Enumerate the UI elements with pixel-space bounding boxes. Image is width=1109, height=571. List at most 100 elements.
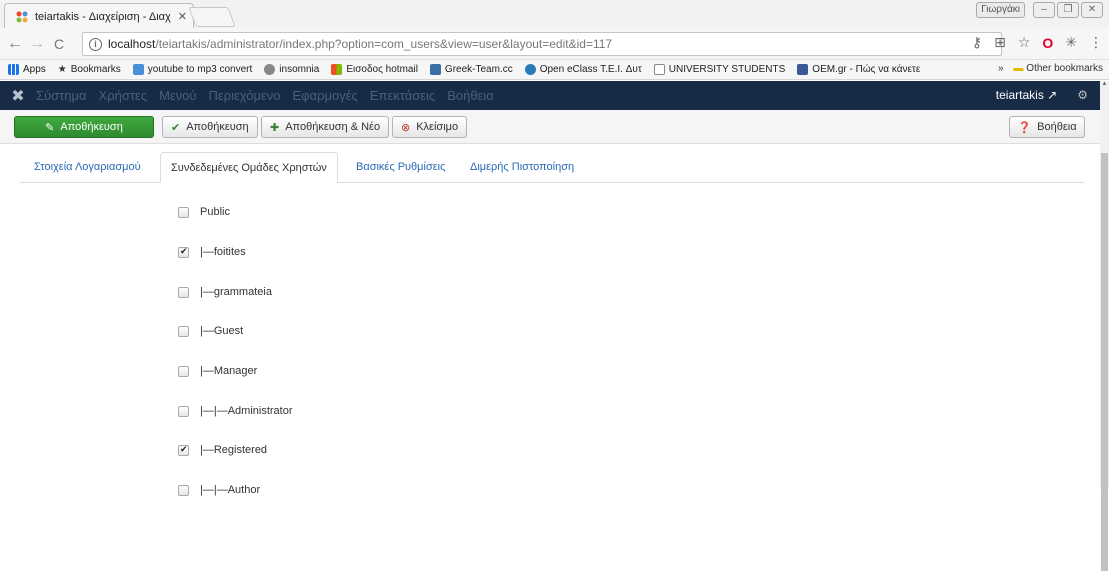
- group-checkbox[interactable]: [178, 325, 189, 337]
- group-checkbox[interactable]: [178, 444, 189, 456]
- back-icon[interactable]: ←: [4, 35, 26, 53]
- browser-tab[interactable]: teiartakis - Διαχείριση - Διαχ ✕: [4, 3, 194, 29]
- save-close-label: Αποθήκευση: [186, 121, 249, 133]
- joomla-logo-icon[interactable]: ✖: [0, 86, 36, 106]
- close-button[interactable]: ⊗ Κλείσιμο: [392, 116, 468, 138]
- menu-help[interactable]: Βοήθεια: [447, 88, 494, 103]
- save-new-button[interactable]: ✚ Αποθήκευση & Νέο: [261, 116, 390, 138]
- menu-users[interactable]: Χρήστες: [99, 88, 148, 103]
- bookmark-label: Open eClass T.E.I. Δυτ: [539, 64, 642, 75]
- admin-navbar: ✖ Σύστημα Χρήστες Μενού Περιεχόμενο Εφαρ…: [0, 81, 1100, 110]
- menu-extensions[interactable]: Επεκτάσεις: [370, 88, 435, 103]
- page-icon: [653, 64, 665, 75]
- site-link[interactable]: teiartakis ↗: [996, 88, 1057, 102]
- scrollbar-thumb[interactable]: [1101, 153, 1108, 571]
- translate-icon[interactable]: ⊞: [994, 34, 1006, 51]
- star-icon: ★: [57, 64, 67, 75]
- save-new-label: Αποθήκευση & Νέο: [285, 121, 381, 133]
- minimize-icon[interactable]: –: [1033, 2, 1055, 18]
- group-checkbox[interactable]: [178, 206, 189, 218]
- group-label: |—|—Author: [200, 484, 261, 496]
- menu-components[interactable]: Εφαρμογές: [293, 88, 358, 103]
- group-label: |—Registered: [200, 444, 268, 456]
- save-close-button[interactable]: ✔ Αποθήκευση: [162, 116, 258, 138]
- tab-account-details[interactable]: Στοιχεία Λογαριασμού: [24, 152, 151, 183]
- bookmark-eclass[interactable]: Open eClass T.E.I. Δυτ: [524, 64, 642, 75]
- menu-menus[interactable]: Μενού: [159, 88, 196, 103]
- action-toolbar: ✎ Αποθήκευση ✔ Αποθήκευση ✚ Αποθήκευση & Νέ…: [0, 110, 1100, 144]
- question-icon: ❓: [1017, 121, 1032, 134]
- menu-icon[interactable]: ⋮: [1089, 34, 1103, 51]
- reload-icon[interactable]: C: [48, 36, 70, 52]
- new-tab-button[interactable]: [188, 7, 236, 27]
- bookmark-star-icon[interactable]: ☆: [1018, 34, 1031, 51]
- admin-navbar-right: teiartakis ↗ ⚙: [996, 88, 1088, 102]
- page-scrollbar[interactable]: ▲: [1100, 81, 1109, 571]
- apps-icon: [8, 64, 19, 75]
- tab-two-factor[interactable]: Διμερής Πιστοποίηση: [460, 152, 584, 183]
- close-label: Κλείσιμο: [416, 121, 459, 133]
- bookmark-label: Εισοδος hotmail: [346, 64, 418, 75]
- bookmark-label: OEM.gr - Πώς να κάνετε: [812, 64, 921, 75]
- group-checkbox[interactable]: [178, 484, 189, 496]
- windows-icon: [331, 64, 343, 75]
- url-text: localhost/teiartakis/administrator/index…: [108, 37, 612, 51]
- browser-tab-strip: teiartakis - Διαχείριση - Διαχ ✕ Γιωργάκ…: [0, 0, 1109, 29]
- oem-icon: [797, 64, 809, 75]
- greekteam-icon: [429, 64, 441, 75]
- group-row-public: Public: [178, 204, 230, 220]
- opera-icon[interactable]: O: [1042, 35, 1053, 51]
- folder-icon: ▬: [1013, 63, 1024, 74]
- edit-icon: ✎: [45, 121, 55, 134]
- bookmark-label: youtube to mp3 convert: [147, 64, 253, 75]
- bookmark-university[interactable]: UNIVERSITY STUDENTS: [653, 64, 785, 75]
- group-row-foitites: |—foitites: [178, 244, 246, 260]
- close-window-icon[interactable]: ✕: [1081, 2, 1103, 18]
- close-tab-icon[interactable]: ✕: [178, 10, 187, 23]
- help-button[interactable]: ❓ Βοήθεια: [1009, 116, 1085, 138]
- group-checkbox[interactable]: [178, 365, 189, 377]
- help-label: Βοήθεια: [1037, 121, 1077, 133]
- bookmark-oem[interactable]: OEM.gr - Πώς να κάνετε: [797, 64, 920, 75]
- bookmark-apps[interactable]: Apps: [8, 64, 46, 75]
- group-checkbox[interactable]: [178, 246, 189, 258]
- profile-button[interactable]: Γιωργάκι: [976, 2, 1025, 18]
- plus-icon: ✚: [270, 121, 280, 134]
- bookmark-bookmarks[interactable]: ★ Bookmarks: [58, 64, 121, 75]
- key-icon[interactable]: ⚷: [972, 34, 982, 51]
- cancel-icon: ⊗: [401, 121, 411, 134]
- menu-content[interactable]: Περιεχόμενο: [209, 88, 281, 103]
- save-button[interactable]: ✎ Αποθήκευση: [14, 116, 154, 138]
- group-checkbox[interactable]: [178, 405, 189, 417]
- bookmark-label: Apps: [23, 64, 46, 75]
- group-checkbox[interactable]: [178, 286, 189, 298]
- gear-icon[interactable]: ⚙: [1077, 88, 1088, 102]
- bookmark-hotmail[interactable]: Εισοδος hotmail: [331, 64, 418, 75]
- bookmark-youtube-mp3[interactable]: youtube to mp3 convert: [132, 64, 253, 75]
- info-icon[interactable]: i: [89, 37, 102, 51]
- tab-basic-settings[interactable]: Βασικές Ρυθμίσεις: [346, 152, 455, 183]
- other-bookmarks[interactable]: ▬ Other bookmarks: [1014, 63, 1103, 74]
- mp3-icon: [132, 64, 144, 75]
- scroll-up-icon[interactable]: ▲: [1100, 81, 1109, 93]
- restore-icon[interactable]: ❐: [1057, 2, 1079, 18]
- menu-system[interactable]: Σύστημα: [36, 88, 87, 103]
- extension-icon[interactable]: ✳: [1065, 34, 1077, 51]
- other-bookmarks-label: Other bookmarks: [1026, 63, 1103, 74]
- group-row-author: |—|—Author: [178, 482, 260, 498]
- url-path: /teiartakis/administrator/index.php?opti…: [155, 37, 613, 51]
- external-link-icon: ↗: [1047, 88, 1058, 102]
- tab-assigned-groups[interactable]: Συνδεδεμένες Ομάδες Χρηστών: [160, 152, 338, 183]
- user-edit-tabs: Στοιχεία Λογαριασμού Συνδεδεμένες Ομάδες…: [20, 152, 1084, 183]
- group-row-guest: |—Guest: [178, 323, 243, 339]
- browser-toolbar: ← → C i localhost/teiartakis/administrat…: [0, 28, 1109, 60]
- bookmark-greekteam[interactable]: Greek-Team.cc: [429, 64, 513, 75]
- group-label: |—Manager: [200, 365, 258, 377]
- bookmark-insomnia[interactable]: insomnia: [264, 64, 319, 75]
- forward-icon[interactable]: →: [26, 35, 48, 53]
- address-bar[interactable]: i localhost/teiartakis/administrator/ind…: [82, 32, 1002, 56]
- bookmarks-overflow-button[interactable]: »: [998, 63, 1004, 74]
- group-label: |—foitites: [200, 246, 246, 258]
- browser-actions: ⚷ ⊞ ☆ O ✳ ⋮: [972, 34, 1103, 51]
- group-label: |—grammateia: [200, 286, 272, 298]
